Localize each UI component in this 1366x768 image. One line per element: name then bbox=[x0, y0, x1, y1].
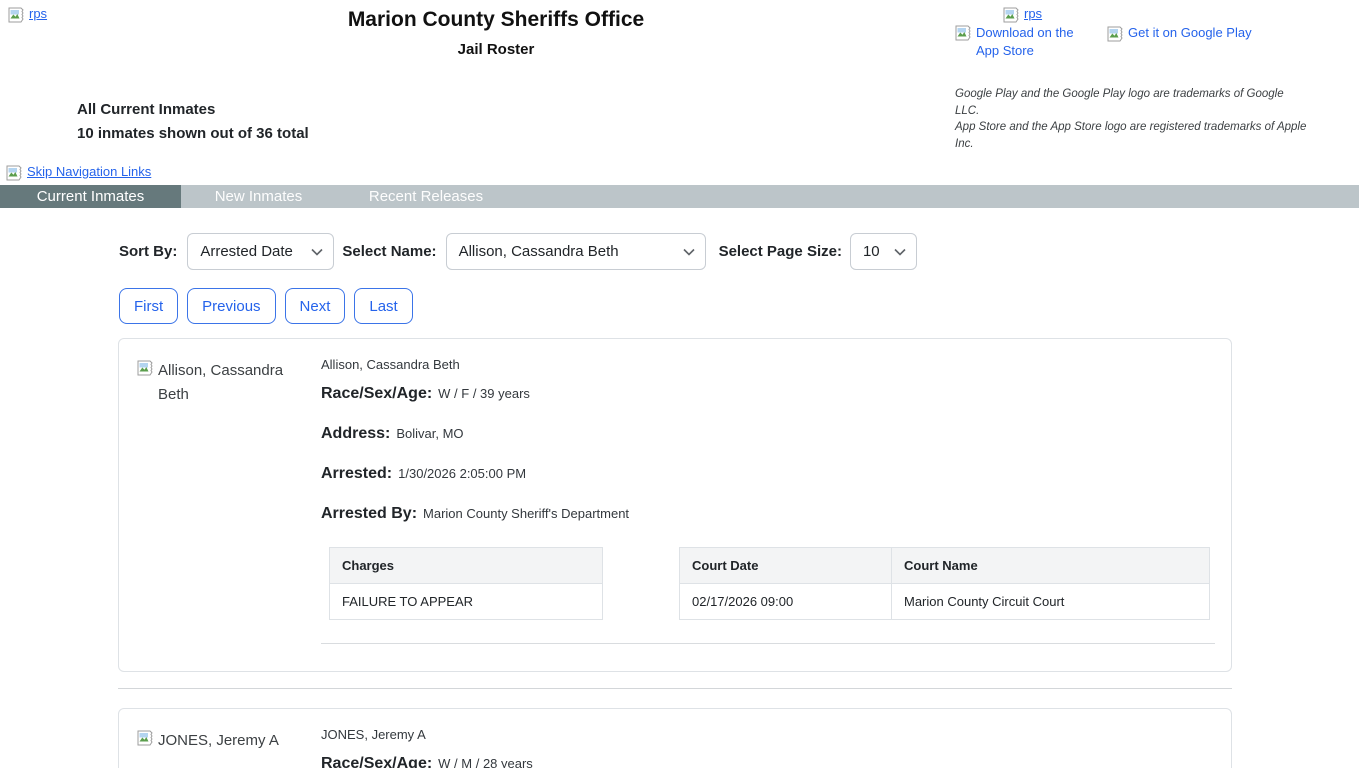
broken-image-icon bbox=[955, 25, 971, 41]
rps-store-logo-link[interactable]: rps bbox=[1003, 6, 1042, 23]
header-title-block: Marion County Sheriffs Office Jail Roste… bbox=[130, 8, 862, 58]
address-label: Address: bbox=[321, 425, 391, 442]
chevron-down-icon bbox=[311, 248, 323, 256]
first-page-button[interactable]: First bbox=[119, 288, 179, 324]
arrested-row: Arrested: 1/30/2026 2:05:00 PM bbox=[321, 464, 1215, 483]
card-separator bbox=[118, 688, 1232, 689]
broken-image-icon bbox=[8, 7, 24, 23]
select-name-value: Allison, Cassandra Beth bbox=[458, 243, 619, 260]
sort-by-value: Arrested Date bbox=[200, 243, 293, 260]
last-page-button[interactable]: Last bbox=[354, 288, 413, 324]
arrested-label: Arrested: bbox=[321, 465, 393, 482]
app-store-link-label: Download on the App Store bbox=[976, 25, 1074, 58]
charges-header: Charges bbox=[329, 547, 603, 584]
trademark-line-google: Google Play and the Google Play logo are… bbox=[955, 88, 1284, 117]
rps-logo-link[interactable]: rps bbox=[8, 6, 47, 23]
page-size-value: 10 bbox=[862, 243, 880, 260]
google-play-link[interactable]: Get it on Google Play bbox=[1107, 25, 1252, 42]
trademark-line-apple: App Store and the App Store logo are reg… bbox=[955, 121, 1307, 150]
inmate-name: Allison, Cassandra Beth bbox=[321, 357, 460, 372]
select-name-select[interactable]: Allison, Cassandra Beth bbox=[445, 233, 706, 270]
inmate-name: JONES, Jeremy A bbox=[321, 727, 426, 742]
address-value: Bolivar, MO bbox=[396, 426, 464, 441]
broken-image-icon bbox=[6, 165, 22, 181]
court-date-header: Court Date bbox=[679, 547, 892, 584]
court-table: Court Date Court Name 02/17/2026 09:00 M… bbox=[679, 547, 1210, 620]
tab-new-inmates[interactable]: New Inmates bbox=[181, 185, 336, 208]
broken-image-icon bbox=[137, 360, 153, 376]
jail-roster-page: rps Marion County Sheriffs Office Jail R… bbox=[0, 0, 1366, 768]
charges-table: Charges FAILURE TO APPEAR bbox=[329, 547, 603, 620]
tab-recent-releases[interactable]: Recent Releases bbox=[336, 185, 516, 208]
race-sex-age-value: W / M / 28 years bbox=[438, 756, 533, 768]
inmate-photo-missing: JONES, Jeremy A bbox=[137, 729, 295, 753]
inmate-details: JONES, Jeremy A Race/Sex/Age: W / M / 28 … bbox=[321, 727, 1215, 768]
tab-current-inmates[interactable]: Current Inmates bbox=[0, 185, 181, 208]
inmate-photo-alt-text: JONES, Jeremy A bbox=[158, 732, 279, 749]
list-controls: Sort By: Arrested Date Select Name: Alli… bbox=[119, 233, 917, 270]
select-name-label: Select Name: bbox=[342, 243, 437, 260]
address-row: Address: Bolivar, MO bbox=[321, 424, 1215, 443]
charges-and-court-tables: Charges FAILURE TO APPEAR Court Date Cou… bbox=[329, 547, 1215, 620]
table-row: FAILURE TO APPEAR bbox=[329, 583, 603, 620]
arrested-by-row: Arrested By: Marion County Sheriff's Depa… bbox=[321, 504, 1215, 523]
card-inner-divider bbox=[321, 643, 1215, 644]
arrested-by-value: Marion County Sheriff's Department bbox=[423, 506, 630, 521]
race-sex-age-row: Race/Sex/Age: W / F / 39 years bbox=[321, 384, 1215, 403]
charge-cell: FAILURE TO APPEAR bbox=[329, 583, 603, 620]
inmate-count: 10 inmates shown out of 36 total bbox=[77, 125, 309, 142]
skip-navigation-link[interactable]: Skip Navigation Links bbox=[6, 164, 151, 181]
court-date-cell: 02/17/2026 09:00 bbox=[679, 583, 892, 620]
inmate-details: Allison, Cassandra Beth Race/Sex/Age: W /… bbox=[321, 357, 1215, 644]
court-name-header: Court Name bbox=[891, 547, 1210, 584]
page-title: Marion County Sheriffs Office bbox=[347, 8, 645, 31]
skip-navigation-label: Skip Navigation Links bbox=[27, 164, 152, 179]
broken-image-icon bbox=[1003, 7, 1019, 23]
pagination: First Previous Next Last bbox=[119, 288, 413, 324]
race-sex-age-row: Race/Sex/Age: W / M / 28 years bbox=[321, 754, 1215, 768]
table-row: 02/17/2026 09:00 Marion County Circuit C… bbox=[679, 583, 1210, 620]
next-page-button[interactable]: Next bbox=[284, 288, 346, 324]
inmate-photo-missing: Allison, Cassandra Beth bbox=[137, 359, 295, 407]
court-name-cell: Marion County Circuit Court bbox=[891, 583, 1210, 620]
sort-by-select[interactable]: Arrested Date bbox=[187, 233, 335, 270]
race-sex-age-label: Race/Sex/Age: bbox=[321, 755, 433, 768]
sort-by-label: Sort By: bbox=[119, 243, 178, 260]
rps-store-logo-label: rps bbox=[1024, 6, 1043, 21]
google-play-link-label: Get it on Google Play bbox=[1128, 25, 1252, 40]
page-subtitle: Jail Roster bbox=[457, 41, 535, 58]
page-size-select[interactable]: 10 bbox=[849, 233, 917, 270]
race-sex-age-value: W / F / 39 years bbox=[438, 386, 530, 401]
trademark-notice: Google Play and the Google Play logo are… bbox=[955, 86, 1307, 152]
inmate-card: JONES, Jeremy A JONES, Jeremy A Race/Sex… bbox=[118, 708, 1232, 768]
inmate-card: Allison, Cassandra Beth Allison, Cassand… bbox=[118, 338, 1232, 672]
app-store-link[interactable]: Download on the App Store bbox=[955, 24, 1089, 60]
chevron-down-icon bbox=[894, 248, 906, 256]
broken-image-icon bbox=[137, 730, 153, 746]
inmate-photo-alt-text: Allison, Cassandra Beth bbox=[158, 362, 284, 403]
previous-page-button[interactable]: Previous bbox=[187, 288, 276, 324]
arrested-by-label: Arrested By: bbox=[321, 505, 418, 522]
roster-heading: All Current Inmates bbox=[77, 101, 216, 118]
broken-image-icon bbox=[1107, 26, 1123, 42]
race-sex-age-label: Race/Sex/Age: bbox=[321, 385, 433, 402]
chevron-down-icon bbox=[682, 248, 695, 256]
page-size-label: Select Page Size: bbox=[718, 243, 842, 260]
rps-logo-label: rps bbox=[29, 6, 48, 21]
arrested-value: 1/30/2026 2:05:00 PM bbox=[398, 466, 527, 481]
tab-bar: Current Inmates New Inmates Recent Relea… bbox=[0, 185, 1359, 208]
